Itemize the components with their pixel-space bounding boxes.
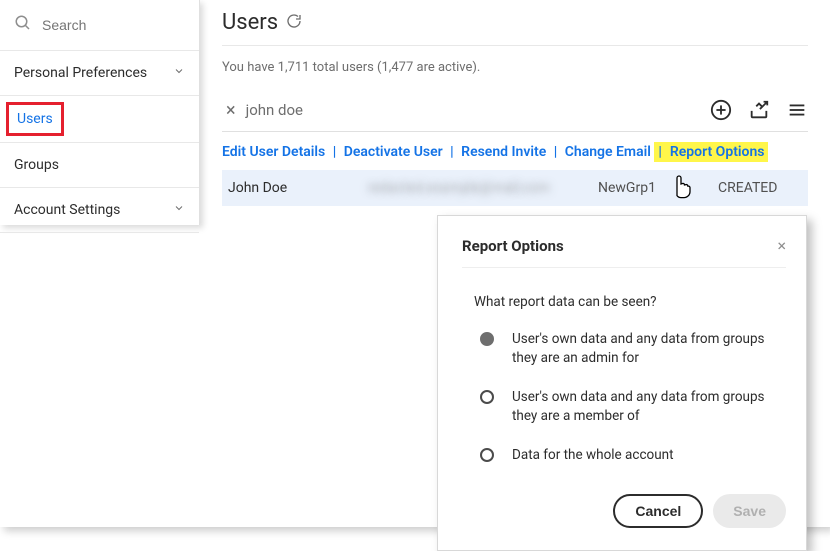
sidebar: Personal Preferences Users Groups Accoun…	[0, 0, 200, 225]
report-options-modal: Report Options × What report data can be…	[437, 215, 807, 551]
separator: |	[550, 144, 562, 160]
separator: |	[329, 144, 341, 160]
change-email-link[interactable]: Change Email	[565, 144, 651, 160]
radio-label: User's own data and any data from groups…	[512, 330, 772, 368]
radio-icon[interactable]	[480, 448, 494, 462]
cancel-button[interactable]: Cancel	[613, 494, 703, 528]
modal-buttons: Cancel Save	[462, 478, 786, 528]
radio-option-1[interactable]: User's own data and any data from groups…	[462, 324, 786, 382]
action-links: Edit User Details | Deactivate User | Re…	[222, 132, 808, 170]
deactivate-user-link[interactable]: Deactivate User	[344, 144, 443, 160]
modal-header: Report Options ×	[462, 236, 786, 268]
close-icon[interactable]: ×	[777, 236, 786, 255]
search-icon	[14, 14, 32, 36]
table-row[interactable]: John Doe redacted.example@mail.com NewGr…	[222, 170, 808, 206]
page-title-row: Users	[222, 10, 808, 46]
search-row[interactable]	[0, 0, 199, 51]
sidebar-item-users[interactable]: Users	[0, 96, 199, 143]
modal-title: Report Options	[462, 237, 564, 255]
chevron-down-icon	[173, 202, 185, 218]
radio-option-3[interactable]: Data for the whole account	[462, 440, 786, 479]
add-user-button[interactable]	[710, 99, 732, 121]
radio-label: User's own data and any data from groups…	[512, 388, 772, 426]
cell-status: CREATED	[718, 180, 777, 196]
separator: |	[654, 142, 666, 162]
modal-question: What report data can be seen?	[462, 288, 786, 324]
menu-button[interactable]	[786, 99, 808, 121]
search-input[interactable]	[42, 17, 162, 33]
cursor-icon	[668, 172, 692, 200]
cell-name: John Doe	[228, 180, 338, 196]
sidebar-item-label: Users	[6, 102, 64, 136]
sidebar-item-label: Account Settings	[14, 202, 120, 218]
radio-icon[interactable]	[480, 332, 494, 346]
radio-option-2[interactable]: User's own data and any data from groups…	[462, 382, 786, 440]
export-button[interactable]	[748, 99, 770, 121]
sidebar-item-label: Personal Preferences	[14, 65, 147, 81]
sidebar-item-account-settings[interactable]: Account Settings	[0, 188, 199, 233]
cell-email: redacted.example@mail.com	[368, 180, 568, 196]
filter-row: × john doe	[222, 93, 808, 132]
edit-user-link[interactable]: Edit User Details	[222, 144, 325, 160]
report-options-link[interactable]: Report Options	[666, 142, 769, 162]
resend-invite-link[interactable]: Resend Invite	[461, 144, 546, 160]
radio-label: Data for the whole account	[512, 446, 674, 465]
sidebar-item-personal-preferences[interactable]: Personal Preferences	[0, 51, 199, 96]
chevron-down-icon	[173, 65, 185, 81]
sidebar-item-label: Groups	[14, 157, 59, 173]
radio-icon[interactable]	[480, 390, 494, 404]
page-title: Users	[222, 10, 278, 35]
user-count-text: You have 1,711 total users (1,477 are ac…	[222, 46, 808, 93]
filter-term[interactable]: john doe	[246, 101, 710, 119]
refresh-icon[interactable]	[286, 10, 302, 35]
filter-actions	[710, 99, 808, 121]
separator: |	[446, 144, 458, 160]
sidebar-item-groups[interactable]: Groups	[0, 143, 199, 188]
save-button: Save	[713, 494, 786, 528]
clear-filter-button[interactable]: ×	[222, 100, 246, 121]
